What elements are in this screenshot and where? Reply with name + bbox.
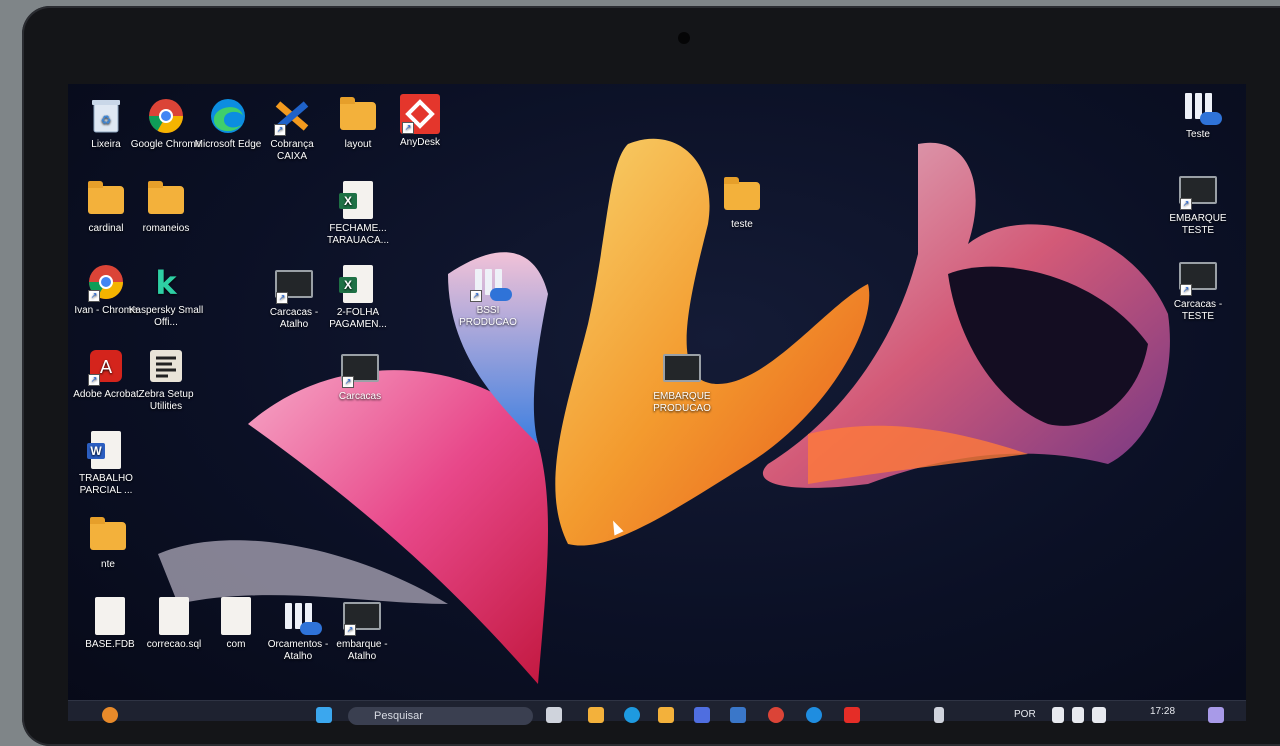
weather-icon[interactable] <box>102 707 118 723</box>
folder-icon <box>338 96 378 136</box>
icon-label: AnyDesk <box>399 137 440 148</box>
start-button-icon[interactable] <box>316 707 332 723</box>
chrome-icon <box>146 96 186 136</box>
taskbar: Pesquisar POR 17:28 <box>68 700 1246 725</box>
battery-icon[interactable] <box>1092 707 1106 723</box>
icon-label: teste <box>731 219 753 230</box>
remote-desktop-icon <box>662 344 713 388</box>
icon-label: embarque - Atalho <box>336 639 388 662</box>
desktop-icon-carcacas[interactable]: ↗ Carcacas <box>322 344 398 403</box>
bssi-app-icon <box>278 596 322 636</box>
store-icon[interactable] <box>694 707 710 723</box>
desktop-icon-nte[interactable]: nte <box>70 516 146 571</box>
shortcut-arrow-icon: ↗ <box>342 376 354 388</box>
desktop-icon-cobranca[interactable]: ↗ Cobrança CAIXA <box>254 96 330 163</box>
remote-desktop-icon: ↗ <box>340 344 391 388</box>
desktop-icon-teste-folder[interactable]: teste <box>704 176 780 231</box>
icon-label: 2-FOLHA PAGAMEN... <box>329 307 387 330</box>
desktop-icon-embarque-producao[interactable]: EMBARQUE PRODUCAO <box>644 344 720 415</box>
desktop-icon-fechame[interactable]: FECHAME... TARAUACA... <box>320 180 396 247</box>
desktop-icon-trabalho[interactable]: TRABALHO PARCIAL ... <box>68 430 144 497</box>
icon-label: FECHAME... TARAUACA... <box>326 223 390 246</box>
icon-label: Zebra Setup Utilities <box>138 389 194 412</box>
icon-label: TRABALHO PARCIAL ... <box>79 473 133 496</box>
recycle-bin-icon: ♻ <box>86 96 126 136</box>
shortcut-arrow-icon: ↗ <box>1180 198 1192 210</box>
icon-label: Teste <box>1186 129 1210 140</box>
svg-text:A: A <box>100 357 113 378</box>
tray-chevron-icon[interactable] <box>934 707 944 723</box>
remote-desktop-icon: ↗ <box>342 592 393 636</box>
desktop-icon-carcacas-teste[interactable]: ↗ Carcacas - TESTE <box>1160 252 1236 323</box>
shortcut-arrow-icon: ↗ <box>344 624 356 636</box>
desktop: ♻ Lixeira cardinal ↗ Ivan - Chrome A ↗ A… <box>68 84 1246 720</box>
folder-icon <box>722 176 762 216</box>
folder-icon <box>88 516 128 556</box>
desktop-icon-teste[interactable]: Teste <box>1160 86 1236 141</box>
shortcut-arrow-icon: ↗ <box>88 290 100 302</box>
icon-label: Carcacas - TESTE <box>1173 299 1223 322</box>
file-explorer-icon[interactable] <box>588 707 604 723</box>
edge-taskbar-icon[interactable] <box>624 707 640 723</box>
teamviewer-icon[interactable] <box>806 707 822 723</box>
shortcut-arrow-icon: ↗ <box>88 374 100 386</box>
wifi-icon[interactable] <box>1052 707 1064 723</box>
remote-desktop-taskbar-icon[interactable] <box>730 707 746 723</box>
notifications-icon[interactable] <box>1208 707 1224 723</box>
search-placeholder: Pesquisar <box>374 710 423 722</box>
remote-desktop-icon: ↗ <box>1178 252 1229 296</box>
shortcut-arrow-icon: ↗ <box>402 122 414 134</box>
desktop-icon-folha[interactable]: 2-FOLHA PAGAMEN... <box>320 264 396 331</box>
desktop-icon-zebra[interactable]: Zebra Setup Utilities <box>128 346 204 413</box>
desktop-icon-embarque-atalho[interactable]: ↗ embarque - Atalho <box>324 592 400 663</box>
icon-label: EMBARQUE PRODUCAO <box>653 391 711 414</box>
desktop-icon-romaneios[interactable]: romaneios <box>128 180 204 235</box>
edge-icon <box>208 96 248 136</box>
webcam <box>678 32 690 44</box>
volume-icon[interactable] <box>1072 707 1084 723</box>
file-icon <box>216 596 256 636</box>
desktop-icon-embarque-teste[interactable]: ↗ EMBARQUE TESTE <box>1160 166 1236 237</box>
language-indicator[interactable]: POR <box>1014 709 1036 720</box>
remote-desktop-icon: ↗ <box>1178 166 1229 210</box>
task-view-icon[interactable] <box>546 707 562 723</box>
folder-icon <box>86 180 126 220</box>
svg-text:♻: ♻ <box>101 113 112 127</box>
shortcut-arrow-icon: ↗ <box>276 292 288 304</box>
caixa-icon: ↗ <box>272 96 312 136</box>
sql-file-icon <box>154 596 194 636</box>
clock[interactable]: 17:28 <box>1150 706 1175 717</box>
desktop-icon-bssi[interactable]: ↗ BSSI PRODUCAO <box>450 262 526 329</box>
kaspersky-icon: k <box>146 262 186 302</box>
shortcut-arrow-icon: ↗ <box>1180 284 1192 296</box>
word-document-icon <box>86 430 126 470</box>
icon-label: EMBARQUE TESTE <box>1169 213 1227 236</box>
youtube-icon[interactable] <box>844 707 860 723</box>
icon-label: Kaspersky Small Offi... <box>128 305 204 328</box>
folder-icon <box>146 180 186 220</box>
remote-desktop-icon: ↗ <box>274 260 325 304</box>
excel-file-icon <box>338 264 378 304</box>
bssi-app-icon <box>1178 86 1222 126</box>
icon-label: Cobrança CAIXA <box>270 139 314 162</box>
icon-label: Carcacas <box>338 391 382 402</box>
anydesk-icon: ↗ <box>400 94 440 134</box>
desktop-icon-kaspersky[interactable]: k Kaspersky Small Offi... <box>128 262 204 329</box>
shortcut-arrow-icon: ↗ <box>274 124 286 136</box>
icon-label: romaneios <box>142 223 190 234</box>
svg-text:k: k <box>155 264 177 300</box>
excel-file-icon <box>338 180 378 220</box>
desktop-icon-anydesk[interactable]: ↗ AnyDesk <box>382 94 458 149</box>
shortcut-arrow-icon: ↗ <box>470 290 482 302</box>
search-box[interactable]: Pesquisar <box>348 707 533 725</box>
zebra-setup-icon <box>146 346 186 386</box>
file-icon <box>90 596 130 636</box>
icon-label: nte <box>101 559 115 570</box>
folder-taskbar-icon[interactable] <box>658 707 674 723</box>
icon-label: BSSI PRODUCAO <box>459 305 517 328</box>
adobe-acrobat-icon: A ↗ <box>86 346 126 386</box>
chrome-taskbar-icon[interactable] <box>768 707 784 723</box>
bssi-app-icon: ↗ <box>468 262 512 302</box>
chrome-icon: ↗ <box>86 262 126 302</box>
